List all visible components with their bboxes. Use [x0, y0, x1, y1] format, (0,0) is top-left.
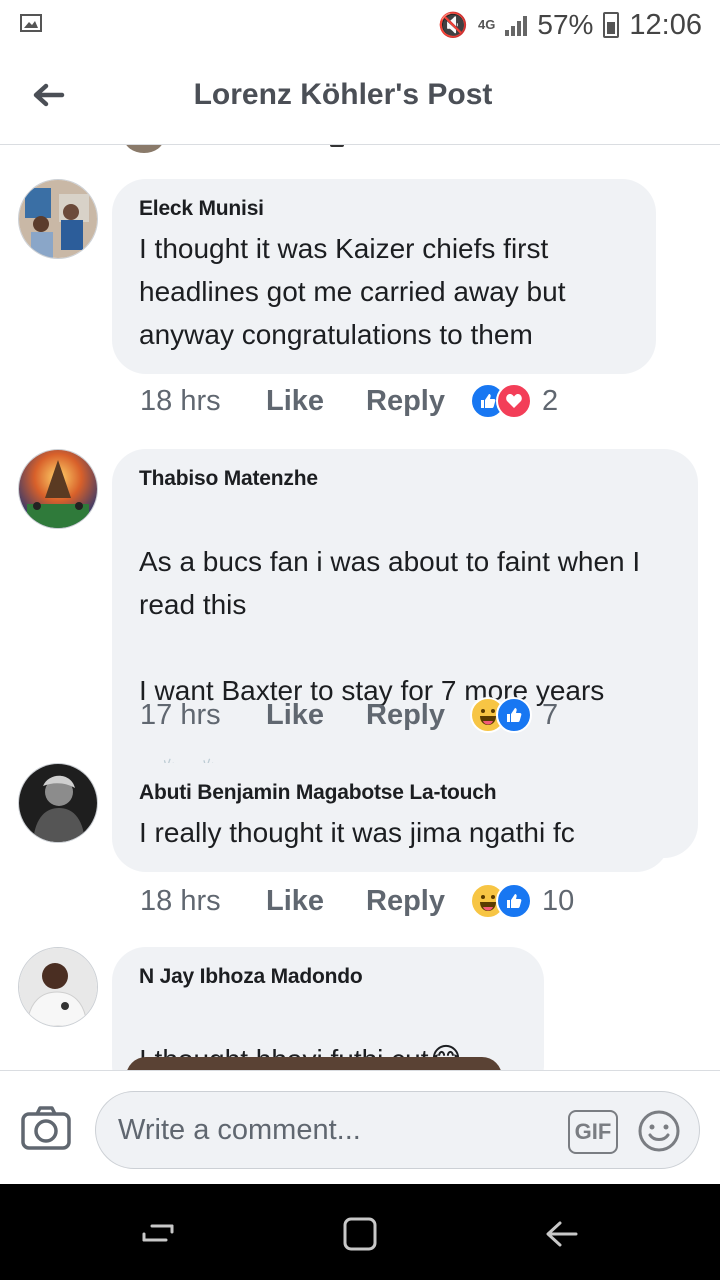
- comment-placeholder: Write a comment...: [118, 1114, 361, 1146]
- avatar[interactable]: [18, 947, 98, 1027]
- comment-text: I really thought it was jima ngathi fc: [139, 817, 575, 848]
- comments-list: Eleck Munisi I thought it was Kaizer chi…: [0, 145, 720, 1070]
- comment-actions: 18 hrs Like Reply 2: [140, 383, 558, 419]
- partial-attachment: [126, 1057, 502, 1070]
- clock: 12:06: [629, 8, 702, 41]
- love-reaction-icon: [496, 383, 532, 419]
- gallery-notification-icon: [20, 14, 42, 32]
- like-reaction-icon: [496, 883, 532, 919]
- like-button[interactable]: Like: [266, 885, 366, 918]
- battery-percent: 57%: [537, 9, 594, 40]
- reaction-count: 2: [542, 384, 559, 417]
- comment-composer: Write a comment... GIF: [0, 1070, 720, 1185]
- reply-button[interactable]: Reply: [366, 699, 470, 732]
- avatar[interactable]: [18, 179, 98, 259]
- post-header: Lorenz Köhler's Post: [0, 50, 720, 145]
- gif-button[interactable]: GIF: [568, 1110, 618, 1154]
- reactions[interactable]: 10: [470, 883, 574, 919]
- comment-input[interactable]: Write a comment... GIF: [95, 1091, 700, 1169]
- comment-author[interactable]: Eleck Munisi: [139, 197, 628, 221]
- system-nav-bar: [0, 1184, 720, 1280]
- avatar[interactable]: [18, 449, 98, 529]
- battery-icon: [603, 12, 620, 38]
- comment-time[interactable]: 17 hrs: [140, 699, 266, 732]
- comment-bubble[interactable]: Abuti Benjamin Magabotse La-touch I real…: [112, 763, 670, 872]
- comment-actions: 18 hrs Like Reply 10: [140, 883, 574, 919]
- avatar[interactable]: [18, 763, 98, 843]
- comment-author[interactable]: Abuti Benjamin Magabotse La-touch: [139, 781, 642, 805]
- reply-button[interactable]: Reply: [366, 385, 470, 418]
- comment-author[interactable]: N Jay Ibhoza Madondo: [139, 965, 516, 989]
- comment-time[interactable]: 18 hrs: [140, 385, 266, 418]
- comment-bubble[interactable]: N Jay Ibhoza Madondo I thought hhayi fut…: [112, 947, 544, 1070]
- reaction-count: 10: [542, 884, 575, 917]
- like-button[interactable]: Like: [266, 385, 366, 418]
- comment-text: I thought it was Kaizer chiefs first hea…: [139, 233, 566, 350]
- status-bar: 🔇 4G 57% 12:06: [0, 0, 720, 50]
- signal-icon: [505, 14, 528, 36]
- comment-bubble[interactable]: Eleck Munisi I thought it was Kaizer chi…: [112, 179, 656, 374]
- reactions[interactable]: 7: [470, 697, 558, 733]
- network-type: 4G: [478, 17, 496, 32]
- page-title: Lorenz Köhler's Post: [193, 78, 493, 111]
- reactions[interactable]: 2: [470, 383, 558, 419]
- comment-actions: 17 hrs Like Reply 7: [140, 697, 558, 733]
- back-icon[interactable]: [542, 1214, 582, 1254]
- comment-line: As a bucs fan i was about to faint when …: [139, 546, 641, 620]
- comment-author[interactable]: Thabiso Matenzhe: [139, 467, 670, 491]
- reaction-count: 7: [542, 698, 559, 731]
- like-button[interactable]: Like: [266, 699, 366, 732]
- recent-apps-icon[interactable]: [138, 1214, 178, 1254]
- camera-icon[interactable]: [20, 1105, 72, 1151]
- cut-off-text: [330, 145, 344, 147]
- reply-button[interactable]: Reply: [366, 885, 470, 918]
- home-icon[interactable]: [340, 1214, 380, 1254]
- mute-icon: 🔇: [438, 11, 469, 39]
- like-reaction-icon: [496, 697, 532, 733]
- avatar[interactable]: [124, 145, 164, 153]
- comment-time[interactable]: 18 hrs: [140, 885, 266, 918]
- emoji-icon[interactable]: [636, 1108, 682, 1154]
